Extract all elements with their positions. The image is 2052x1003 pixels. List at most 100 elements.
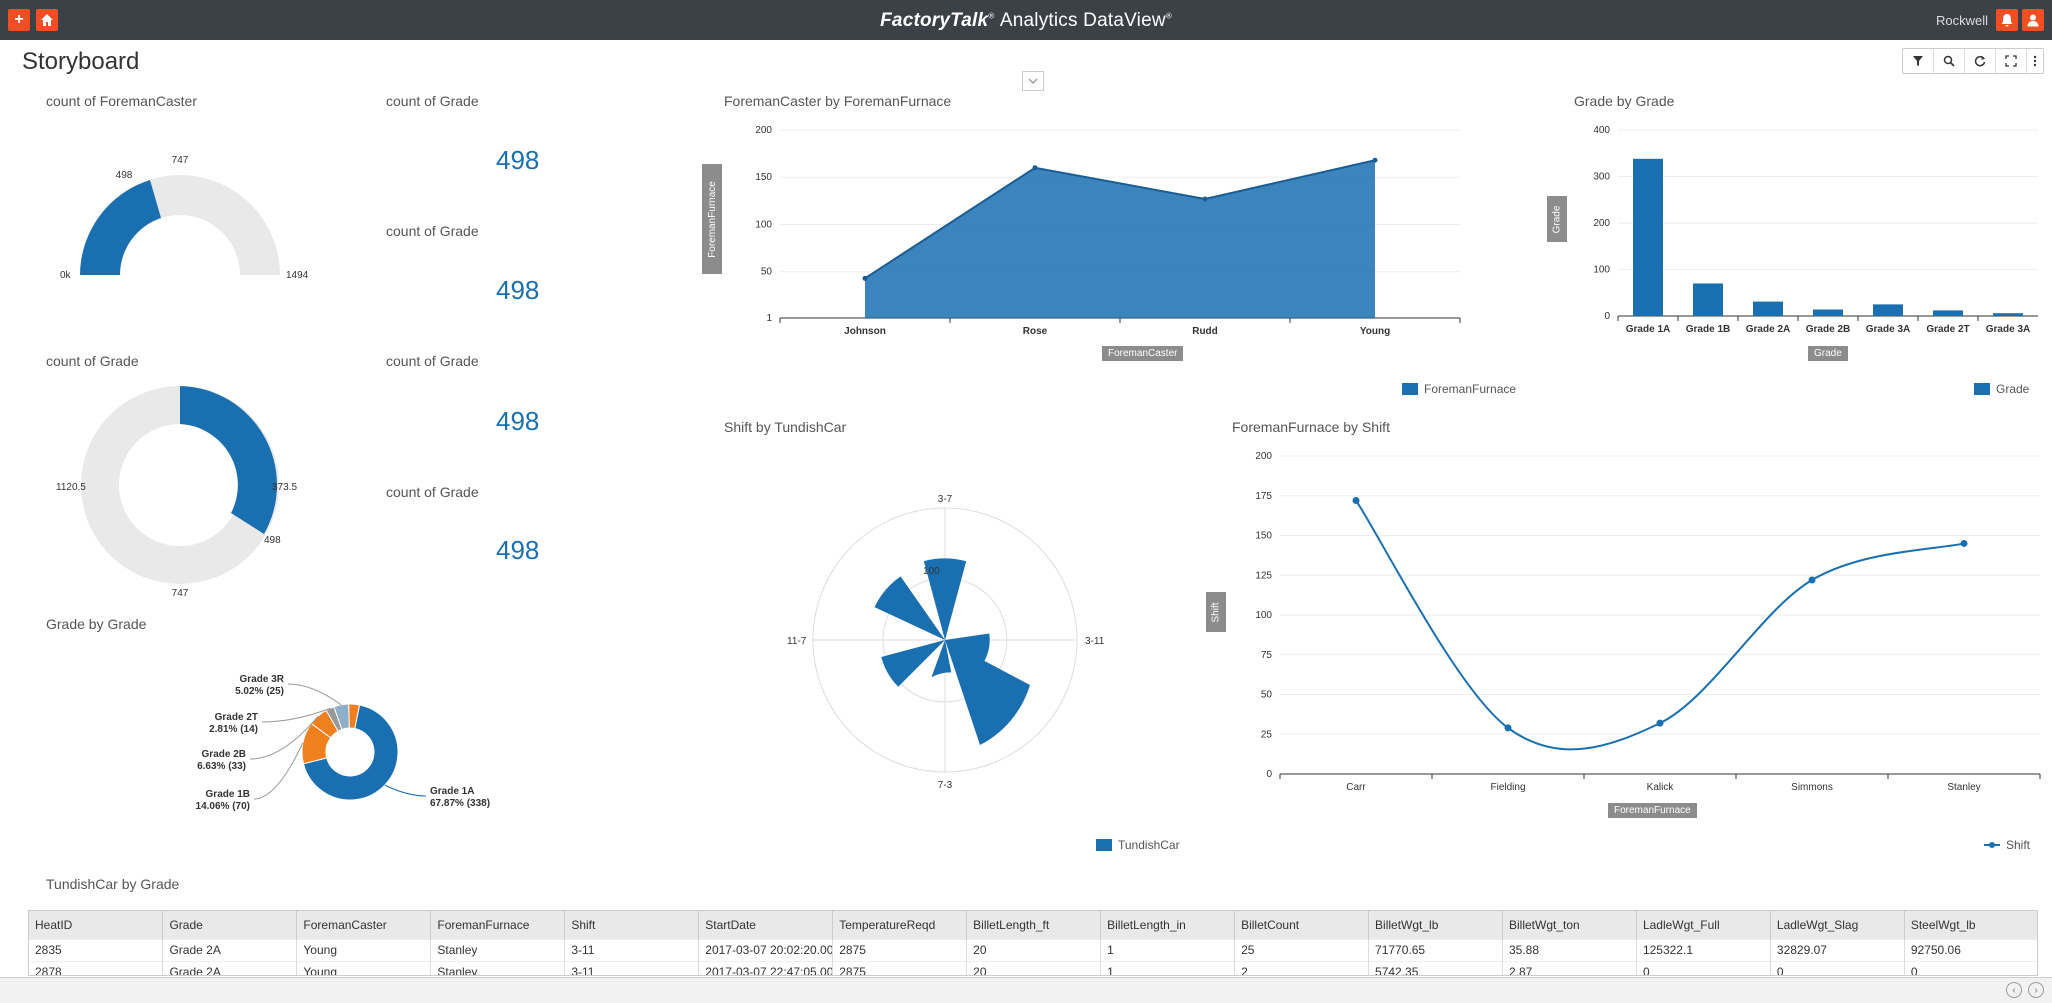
line-x-tick: Carr: [1346, 782, 1366, 793]
line-chart[interactable]: 200 175 150 125 100 75 50 25 0 Carr Fielding Kalick…: [1210, 444, 2050, 800]
polar-chart[interactable]: 3-7 3-11 7-3 11-7 100: [770, 480, 1120, 800]
bottom-bar: [0, 977, 2052, 1003]
table-column-header[interactable]: BilletWgt_ton: [1502, 911, 1637, 939]
area-chart[interactable]: 200 150 100 50 1 Johnson Rose Rudd Young: [700, 118, 1540, 338]
kpi2-value: 498: [496, 275, 540, 305]
table-column-header[interactable]: LadleWgt_Full: [1636, 911, 1771, 939]
line-y-tick: 100: [1255, 610, 1272, 621]
pie-pct-label: 14.06% (70): [196, 801, 250, 812]
table-cell: 71770.65: [1368, 938, 1503, 961]
line-y-tick: 0: [1266, 769, 1272, 780]
line-y-tick: 25: [1261, 729, 1273, 740]
table-cell: 2017-03-07 22:47:05.000: [698, 960, 834, 975]
table-column-header[interactable]: BilletLength_in: [1100, 911, 1236, 939]
table-column-header[interactable]: ForemanCaster: [296, 911, 432, 939]
more-icon[interactable]: [2027, 49, 2043, 73]
table-column-header[interactable]: SteelWgt_lb: [1904, 911, 2037, 939]
kpi3-title: count of Grade: [386, 353, 479, 369]
bar-y-tick: 400: [1593, 125, 1610, 136]
gauge2-chart[interactable]: 1120.5 373.5 498 747: [40, 380, 320, 600]
bar: [1693, 283, 1723, 316]
pie-pct-label: 5.02% (25): [235, 686, 284, 697]
pie-label: Grade 1B: [206, 789, 250, 800]
line-y-tick: 125: [1255, 570, 1272, 581]
table-cell: Grade 2A: [162, 960, 298, 975]
page-title: Storyboard: [22, 48, 140, 75]
line-y-tick: 75: [1261, 650, 1273, 661]
gauge2-title: count of Grade: [46, 353, 139, 369]
polar-slice: [945, 640, 1030, 745]
line-y-tick: 200: [1255, 451, 1272, 462]
table-row[interactable]: 2835 Grade 2A Young Stanley 3-11 2017-03-07 2…: [29, 938, 2037, 961]
next-page-icon[interactable]: ›: [2028, 982, 2044, 998]
fullscreen-icon[interactable]: [1996, 49, 2027, 73]
table-cell: 32829.07: [1770, 938, 1905, 961]
user-name[interactable]: Rockwell: [1936, 13, 1988, 28]
gauge1-max-label: 1494: [286, 270, 309, 281]
area-x-tick: Rose: [1023, 326, 1048, 337]
table-column-header[interactable]: HeatID: [29, 911, 164, 939]
table-column-header[interactable]: Grade: [162, 911, 298, 939]
bar: [1933, 310, 1963, 316]
user-profile-icon[interactable]: [2022, 9, 2044, 31]
line-legend[interactable]: Shift: [1984, 838, 2030, 852]
app-title: FactoryTalk® Analytics DataView®: [880, 10, 1172, 31]
collapse-toggle[interactable]: [1022, 71, 1044, 91]
area-legend[interactable]: ForemanFurnace: [1402, 382, 1516, 396]
notification-bell-icon[interactable]: [1996, 9, 2018, 31]
polar-legend[interactable]: TundishCar: [1096, 838, 1180, 852]
table-header-row: HeatID Grade ForemanCaster ForemanFurnace Sh…: [29, 911, 2037, 939]
area-y-tick: 1: [766, 313, 772, 324]
table-column-header[interactable]: Shift: [564, 911, 700, 939]
table-row[interactable]: 2878 Grade 2A Young Stanley 3-11 2017-03-07 2…: [29, 960, 2037, 975]
table-column-header[interactable]: ForemanFurnace: [430, 911, 566, 939]
refresh-icon[interactable]: [1965, 49, 1996, 73]
area-y-axis-pill[interactable]: ForemanFurnace: [702, 164, 722, 274]
previous-page-icon[interactable]: ‹: [2006, 982, 2022, 998]
pie-label: Grade 3R: [240, 674, 285, 685]
table-column-header[interactable]: StartDate: [698, 911, 834, 939]
pie-label: Grade 1A: [430, 786, 474, 797]
table-column-header[interactable]: LadleWgt_Slag: [1770, 911, 1905, 939]
line-y-tick: 150: [1255, 531, 1272, 542]
table-cell: 20: [966, 960, 1102, 975]
gauge2-left-label: 1120.5: [56, 482, 86, 493]
filter-icon[interactable]: [1903, 49, 1934, 73]
data-table[interactable]: HeatID Grade ForemanCaster ForemanFurnace Sh…: [28, 910, 2038, 976]
pie-label: Grade 2T: [215, 712, 258, 723]
bar-chart[interactable]: 400 300 200 100 0 Grade 1A Grade 1B Grade 2A Gra…: [1548, 118, 2048, 343]
pie-pct-label: 2.81% (14): [209, 724, 258, 735]
bar-x-axis-pill[interactable]: Grade: [1808, 346, 1848, 361]
table-cell: 0: [1770, 960, 1905, 975]
table-cell: 0: [1904, 960, 2037, 975]
area-x-tick: Rudd: [1192, 326, 1218, 337]
pie-chart[interactable]: Grade 1A67.87% (338) Grade 1B14.06% (70) G…: [190, 660, 520, 830]
gauge1-chart[interactable]: 747 498 0k 1494: [40, 140, 320, 290]
bar-y-tick: 100: [1593, 265, 1610, 276]
table-column-header[interactable]: BilletLength_ft: [966, 911, 1102, 939]
line-series: [1355, 499, 1965, 751]
gauge2-value-arc: [180, 386, 277, 534]
area-x-axis-pill[interactable]: ForemanCaster: [1102, 346, 1184, 361]
bar-y-axis-pill[interactable]: Grade: [1547, 196, 1567, 242]
area-y-tick: 150: [755, 172, 772, 183]
search-icon[interactable]: [1934, 49, 1965, 73]
area-x-tick: Young: [1360, 326, 1390, 337]
table-column-header[interactable]: BilletCount: [1234, 911, 1370, 939]
gauge2-value-label: 498: [264, 535, 281, 546]
bar-x-tick: Grade 2T: [1926, 324, 1969, 335]
storyboard-toolbar: [1902, 48, 2044, 74]
polar-slice: [881, 640, 945, 687]
bar: [1753, 301, 1783, 316]
table-cell: Grade 2A: [162, 938, 298, 961]
line-y-axis-pill[interactable]: Shift: [1206, 592, 1226, 632]
bar-legend[interactable]: Grade: [1974, 382, 2029, 396]
bar-title: Grade by Grade: [1574, 93, 1675, 109]
kpi4-value: 498: [496, 535, 540, 565]
bar-x-tick: Grade 2B: [1806, 324, 1850, 335]
line-x-axis-pill[interactable]: ForemanFurnace: [1608, 803, 1697, 818]
line-point: [1504, 724, 1512, 732]
table-column-header[interactable]: TemperatureReqd: [832, 911, 968, 939]
table-column-header[interactable]: BilletWgt_lb: [1368, 911, 1503, 939]
table-cell: 2878: [29, 960, 164, 975]
